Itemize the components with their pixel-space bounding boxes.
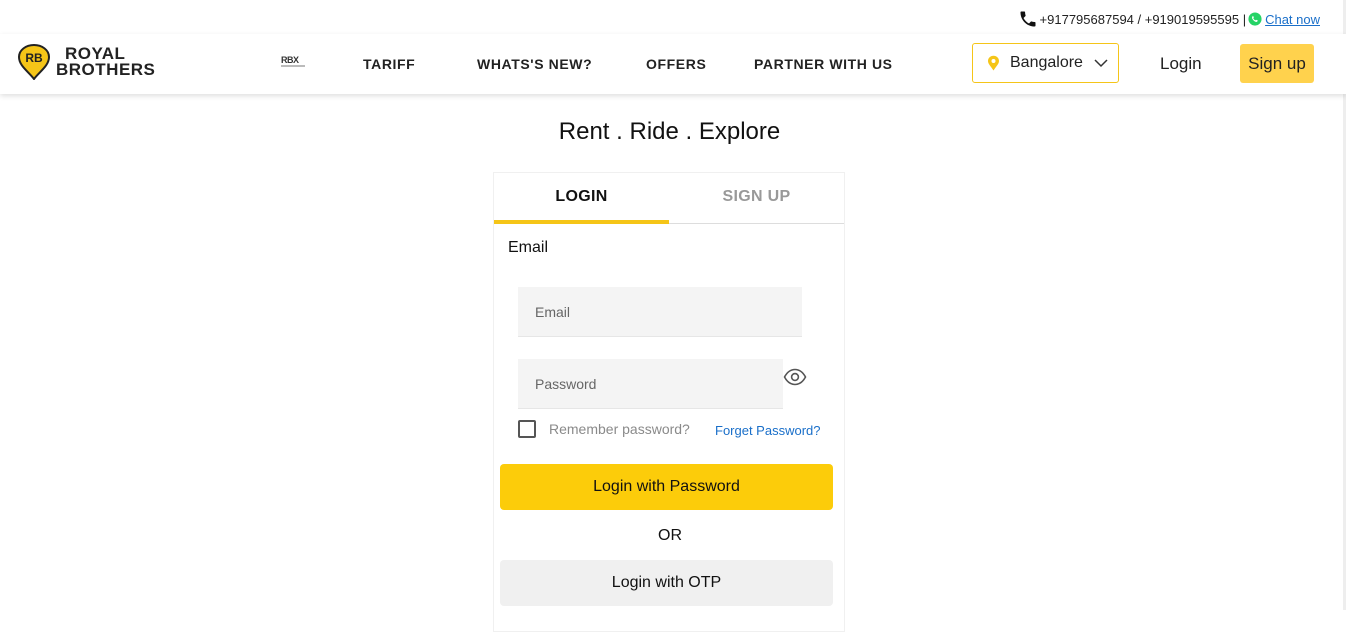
remember-password[interactable]: Remember password?	[518, 420, 690, 438]
nav-item-tariff[interactable]: TARIFF	[363, 56, 415, 72]
forgot-password-link[interactable]: Forget Password?	[715, 423, 821, 438]
email-input[interactable]	[518, 287, 802, 337]
chat-now-link[interactable]: Chat now	[1265, 12, 1320, 27]
chevron-down-icon	[1094, 58, 1108, 67]
rb-badge-icon: RB	[17, 44, 51, 80]
login-with-password-button[interactable]: Login with Password	[500, 464, 833, 510]
remember-label: Remember password?	[549, 421, 690, 437]
or-divider: OR	[658, 527, 682, 544]
rbx-mark: RBX	[281, 55, 299, 65]
tab-login[interactable]: LOGIN	[494, 173, 669, 224]
nav-item-whats-new[interactable]: WHATS'S NEW?	[477, 56, 592, 72]
phone-numbers: +917795687594 / +919019595595 |	[1039, 11, 1247, 27]
city-selector[interactable]: Bangalore	[972, 43, 1119, 83]
nav-item-offers[interactable]: OFFERS	[646, 56, 706, 72]
page-tagline: Rent . Ride . Explore	[558, 118, 781, 145]
nav-item-partner[interactable]: PARTNER WITH US	[754, 56, 893, 72]
logo-mark-text: RB	[25, 51, 43, 65]
tab-signup[interactable]: SIGN UP	[669, 173, 844, 223]
auth-tabs: LOGIN SIGN UP	[494, 173, 844, 224]
brand-line-2: BROTHERS	[56, 60, 156, 79]
brand-name: ROYAL BROTHERS	[56, 45, 156, 79]
login-with-otp-button[interactable]: Login with OTP	[500, 560, 833, 606]
nav-login-link[interactable]: Login	[1160, 54, 1202, 74]
whatsapp-icon[interactable]	[1248, 12, 1262, 26]
auth-card: LOGIN SIGN UP Email Remember password? F…	[493, 172, 845, 632]
rbx-logo[interactable]: RBX	[281, 55, 305, 69]
nav-signup-button[interactable]: Sign up	[1240, 44, 1314, 83]
royal-brothers-logo[interactable]: RB ROYAL BROTHERS	[17, 44, 155, 80]
contact-info: +917795687594 / +919019595595 | Chat now	[1018, 9, 1320, 29]
remember-checkbox[interactable]	[518, 420, 536, 438]
main-navbar: RB ROYAL BROTHERS RBX TARIFF WHATS'S NEW…	[0, 34, 1346, 94]
rbx-underline	[281, 65, 305, 67]
phone-icon	[1020, 11, 1036, 27]
location-pin-icon	[988, 55, 999, 71]
email-label: Email	[508, 239, 549, 256]
city-name: Bangalore	[1010, 54, 1083, 71]
password-input[interactable]	[518, 359, 783, 409]
eye-icon[interactable]	[783, 368, 807, 386]
contact-bar: +917795687594 / +919019595595 | Chat now	[0, 0, 1346, 34]
